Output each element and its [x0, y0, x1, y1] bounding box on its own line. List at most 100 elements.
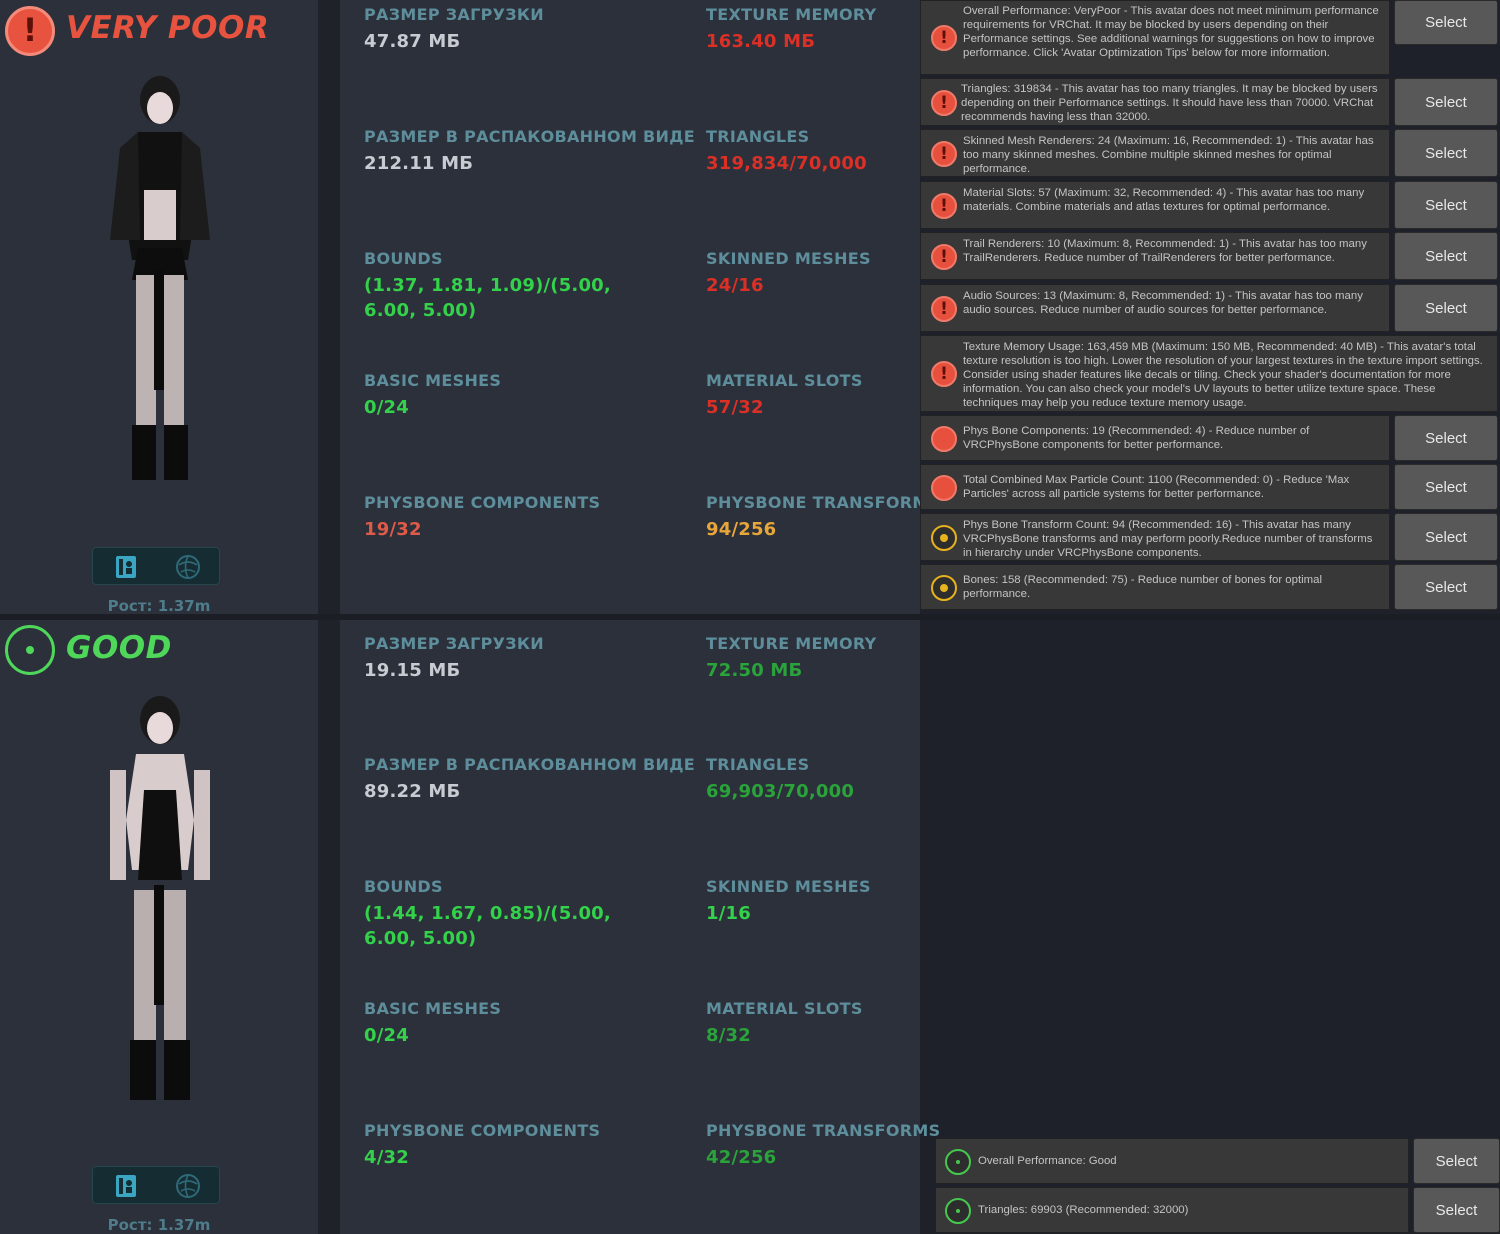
performance-rating-label: VERY POOR	[66, 10, 270, 46]
triangles-label: TRIANGLES	[706, 127, 810, 146]
medium-icon	[931, 525, 957, 551]
basic-meshes-label: BASIC MESHES	[364, 999, 502, 1018]
error-icon	[931, 296, 957, 322]
poor-dot-icon	[931, 475, 957, 501]
good-rating-icon	[5, 625, 55, 675]
world-globe-icon[interactable]	[175, 554, 201, 580]
medium-icon	[931, 575, 957, 601]
bounds-label: BOUNDS	[364, 249, 443, 268]
good-icon	[945, 1198, 971, 1224]
avatar-figure-image	[110, 76, 210, 480]
warning-text: Triangles: 319834 - This avatar has too …	[961, 83, 1378, 123]
triangles-label: TRIANGLES	[706, 755, 810, 774]
warning-row: Audio Sources: 13 (Maximum: 8, Recommend…	[920, 284, 1390, 332]
avatar-preview-panel: GOOD Рост: 1.37m	[0, 620, 318, 1234]
physbone-transforms-value: 94/256	[706, 519, 777, 540]
warning-text: Triangles: 69903 (Recommended: 32000)	[978, 1204, 1189, 1216]
uncompressed-size-label: РАЗМЕР В РАСПАКОВАННОМ ВИДЕ	[364, 755, 696, 774]
warning-row: Overall Performance: VeryPoor - This ava…	[920, 0, 1390, 75]
select-button[interactable]: Select	[1394, 415, 1498, 461]
select-button[interactable]: Select	[1413, 1138, 1500, 1184]
stats-panel: РАЗМЕР ЗАГРУЗКИ 19.15 МБ РАЗМЕР В РАСПАК…	[340, 620, 940, 1234]
good-icon	[945, 1149, 971, 1175]
uncompressed-size-label: РАЗМЕР В РАСПАКОВАННОМ ВИДЕ	[364, 127, 696, 146]
warning-row: Overall Performance: Good	[935, 1138, 1409, 1184]
warning-row: Material Slots: 57 (Maximum: 32, Recomme…	[920, 181, 1390, 229]
panel-gap	[318, 0, 340, 614]
error-icon	[931, 141, 957, 167]
warning-text: Total Combined Max Particle Count: 1100 …	[963, 474, 1350, 500]
material-slots-value: 8/32	[706, 1025, 751, 1046]
avatar-info-icon[interactable]	[113, 554, 139, 580]
physbone-transforms-label: PHYSBONE TRANSFORMS	[706, 1121, 941, 1140]
select-button[interactable]: Select	[1394, 129, 1498, 177]
error-icon	[931, 90, 957, 116]
avatar-figure-image	[110, 696, 210, 1100]
material-slots-label: MATERIAL SLOTS	[706, 371, 863, 390]
uncompressed-size-value: 89.22 МБ	[364, 781, 461, 802]
download-size-label: РАЗМЕР ЗАГРУЗКИ	[364, 634, 544, 653]
view-toggle[interactable]	[92, 1166, 220, 1204]
avatar-info-icon[interactable]	[113, 1173, 139, 1199]
avatar-height-label: Рост: 1.37m	[107, 1216, 211, 1234]
material-slots-value: 57/32	[706, 397, 764, 418]
performance-rating-label: GOOD	[66, 630, 172, 666]
texture-memory-label: TEXTURE MEMORY	[706, 5, 877, 24]
download-size-value: 47.87 МБ	[364, 31, 461, 52]
world-globe-icon[interactable]	[175, 1173, 201, 1199]
bounds-value: (1.44, 1.67, 0.85)/(5.00, 6.00, 5.00)	[364, 903, 611, 949]
warning-text: Phys Bone Components: 19 (Recommended: 4…	[963, 425, 1310, 451]
download-size-value: 19.15 МБ	[364, 660, 461, 681]
select-button[interactable]: Select	[1413, 1187, 1500, 1233]
material-slots-label: MATERIAL SLOTS	[706, 999, 863, 1018]
error-icon	[931, 244, 957, 270]
warning-row: Triangles: 319834 - This avatar has too …	[920, 78, 1390, 126]
select-button[interactable]: Select	[1394, 284, 1498, 332]
select-button[interactable]: Select	[1394, 0, 1498, 45]
bounds-value: (1.37, 1.81, 1.09)/(5.00, 6.00, 5.00)	[364, 275, 611, 321]
texture-memory-value: 72.50 МБ	[706, 660, 803, 681]
warning-row: Triangles: 69903 (Recommended: 32000)	[935, 1187, 1409, 1233]
warning-row: Skinned Mesh Renderers: 24 (Maximum: 16,…	[920, 129, 1390, 177]
warning-text: Audio Sources: 13 (Maximum: 8, Recommend…	[963, 290, 1363, 316]
download-size-label: РАЗМЕР ЗАГРУЗКИ	[364, 5, 544, 24]
warning-text: Phys Bone Transform Count: 94 (Recommend…	[963, 519, 1373, 559]
physbone-components-label: PHYSBONE COMPONENTS	[364, 1121, 601, 1140]
warning-text: Bones: 158 (Recommended: 75) - Reduce nu…	[963, 574, 1322, 600]
select-button[interactable]: Select	[1394, 181, 1498, 229]
warning-row: Phys Bone Components: 19 (Recommended: 4…	[920, 415, 1390, 461]
error-icon	[931, 361, 957, 387]
physbone-transforms-value: 42/256	[706, 1147, 777, 1168]
select-button[interactable]: Select	[1394, 513, 1498, 561]
warning-text: Trail Renderers: 10 (Maximum: 8, Recomme…	[963, 238, 1367, 264]
basic-meshes-label: BASIC MESHES	[364, 371, 502, 390]
texture-memory-label: TEXTURE MEMORY	[706, 634, 877, 653]
warning-row: Texture Memory Usage: 163,459 MB (Maximu…	[920, 335, 1498, 412]
basic-meshes-value: 0/24	[364, 397, 409, 418]
uncompressed-size-value: 212.11 МБ	[364, 153, 474, 174]
bounds-label: BOUNDS	[364, 877, 443, 896]
warning-row: Total Combined Max Particle Count: 1100 …	[920, 464, 1390, 510]
view-toggle[interactable]	[92, 547, 220, 585]
warning-text: Overall Performance: Good	[978, 1155, 1117, 1167]
warning-row: Phys Bone Transform Count: 94 (Recommend…	[920, 513, 1390, 561]
avatar-preview-panel: ! VERY POOR Рост: 1.37m	[0, 0, 318, 614]
poor-dot-icon	[931, 426, 957, 452]
select-button[interactable]: Select	[1394, 464, 1498, 510]
warning-row: Trail Renderers: 10 (Maximum: 8, Recomme…	[920, 232, 1390, 280]
skinned-meshes-value: 24/16	[706, 275, 764, 296]
physbone-transforms-label: PHYSBONE TRANSFORMS	[706, 493, 941, 512]
triangles-value: 69,903/70,000	[706, 781, 855, 802]
skinned-meshes-label: SKINNED MESHES	[706, 249, 871, 268]
skinned-meshes-value: 1/16	[706, 903, 751, 924]
skinned-meshes-label: SKINNED MESHES	[706, 877, 871, 896]
warning-text: Texture Memory Usage: 163,459 MB (Maximu…	[963, 341, 1483, 409]
very-poor-rating-icon: !	[5, 6, 55, 56]
select-button[interactable]: Select	[1394, 78, 1498, 126]
select-button[interactable]: Select	[1394, 232, 1498, 280]
warning-text: Material Slots: 57 (Maximum: 32, Recomme…	[963, 187, 1365, 213]
basic-meshes-value: 0/24	[364, 1025, 409, 1046]
triangles-value: 319,834/70,000	[706, 153, 867, 174]
warning-text: Skinned Mesh Renderers: 24 (Maximum: 16,…	[963, 135, 1374, 175]
select-button[interactable]: Select	[1394, 564, 1498, 610]
